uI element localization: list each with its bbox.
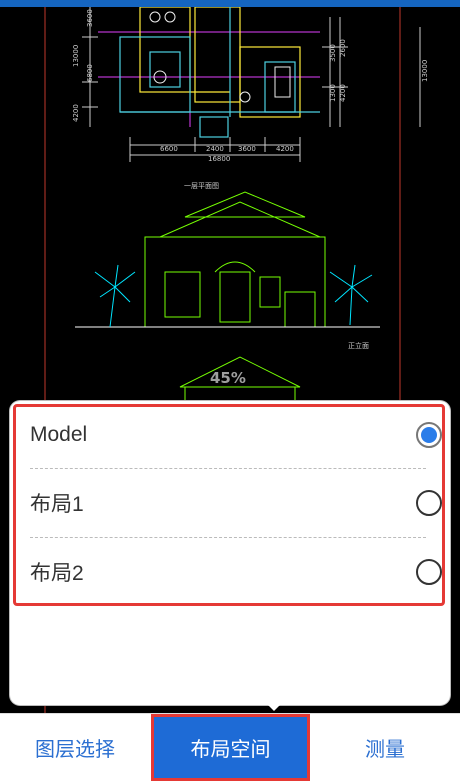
- dim-right-2: 4200: [339, 84, 347, 102]
- layout-option-label: 布局1: [30, 493, 84, 516]
- layout-option-label: Model: [30, 423, 88, 446]
- zoom-level-label: 45%: [210, 369, 246, 387]
- dim-left-2: 6800: [86, 64, 94, 82]
- plan-title-text: 一层平面图: [184, 182, 219, 190]
- layout-space-popup: Model 布局1 布局2: [10, 401, 450, 705]
- dim-left-1: 13000: [72, 45, 80, 67]
- layout-option-label: 布局2: [30, 562, 84, 585]
- radio-selected-icon[interactable]: [416, 422, 442, 448]
- layout-option-layout1[interactable]: 布局1: [30, 469, 442, 537]
- top-status-strip: [0, 0, 460, 7]
- dim-bottom-3: 3600: [238, 145, 256, 153]
- dim-right-1: 2600: [339, 39, 347, 57]
- dim-bottom-4: 4200: [276, 145, 294, 153]
- dim-left-3: 3600: [86, 9, 94, 27]
- layout-option-model[interactable]: Model: [30, 401, 442, 469]
- dim-bottom-2: 2400: [206, 145, 224, 153]
- dim-bottom-total: 16800: [208, 155, 230, 163]
- radio-unselected-icon[interactable]: [416, 490, 442, 516]
- dim-right-4: 1300: [329, 84, 337, 102]
- dim-right-5: 3500: [329, 44, 337, 62]
- dim-bottom-1: 6600: [160, 145, 178, 153]
- tab-layout-space[interactable]: 布局空间: [151, 714, 310, 781]
- radio-unselected-icon[interactable]: [416, 559, 442, 585]
- dim-left-4: 4200: [72, 104, 80, 122]
- popup-pointer-arrow: [262, 699, 286, 711]
- dim-right-3: 13000: [421, 60, 429, 82]
- tab-measure[interactable]: 测量: [310, 714, 460, 781]
- layout-option-layout2[interactable]: 布局2: [30, 538, 442, 606]
- bottom-toolbar: 图层选择 布局空间 测量: [0, 713, 460, 781]
- tab-layer-select[interactable]: 图层选择: [0, 714, 150, 781]
- elevation-title-text: 正立面: [348, 341, 369, 350]
